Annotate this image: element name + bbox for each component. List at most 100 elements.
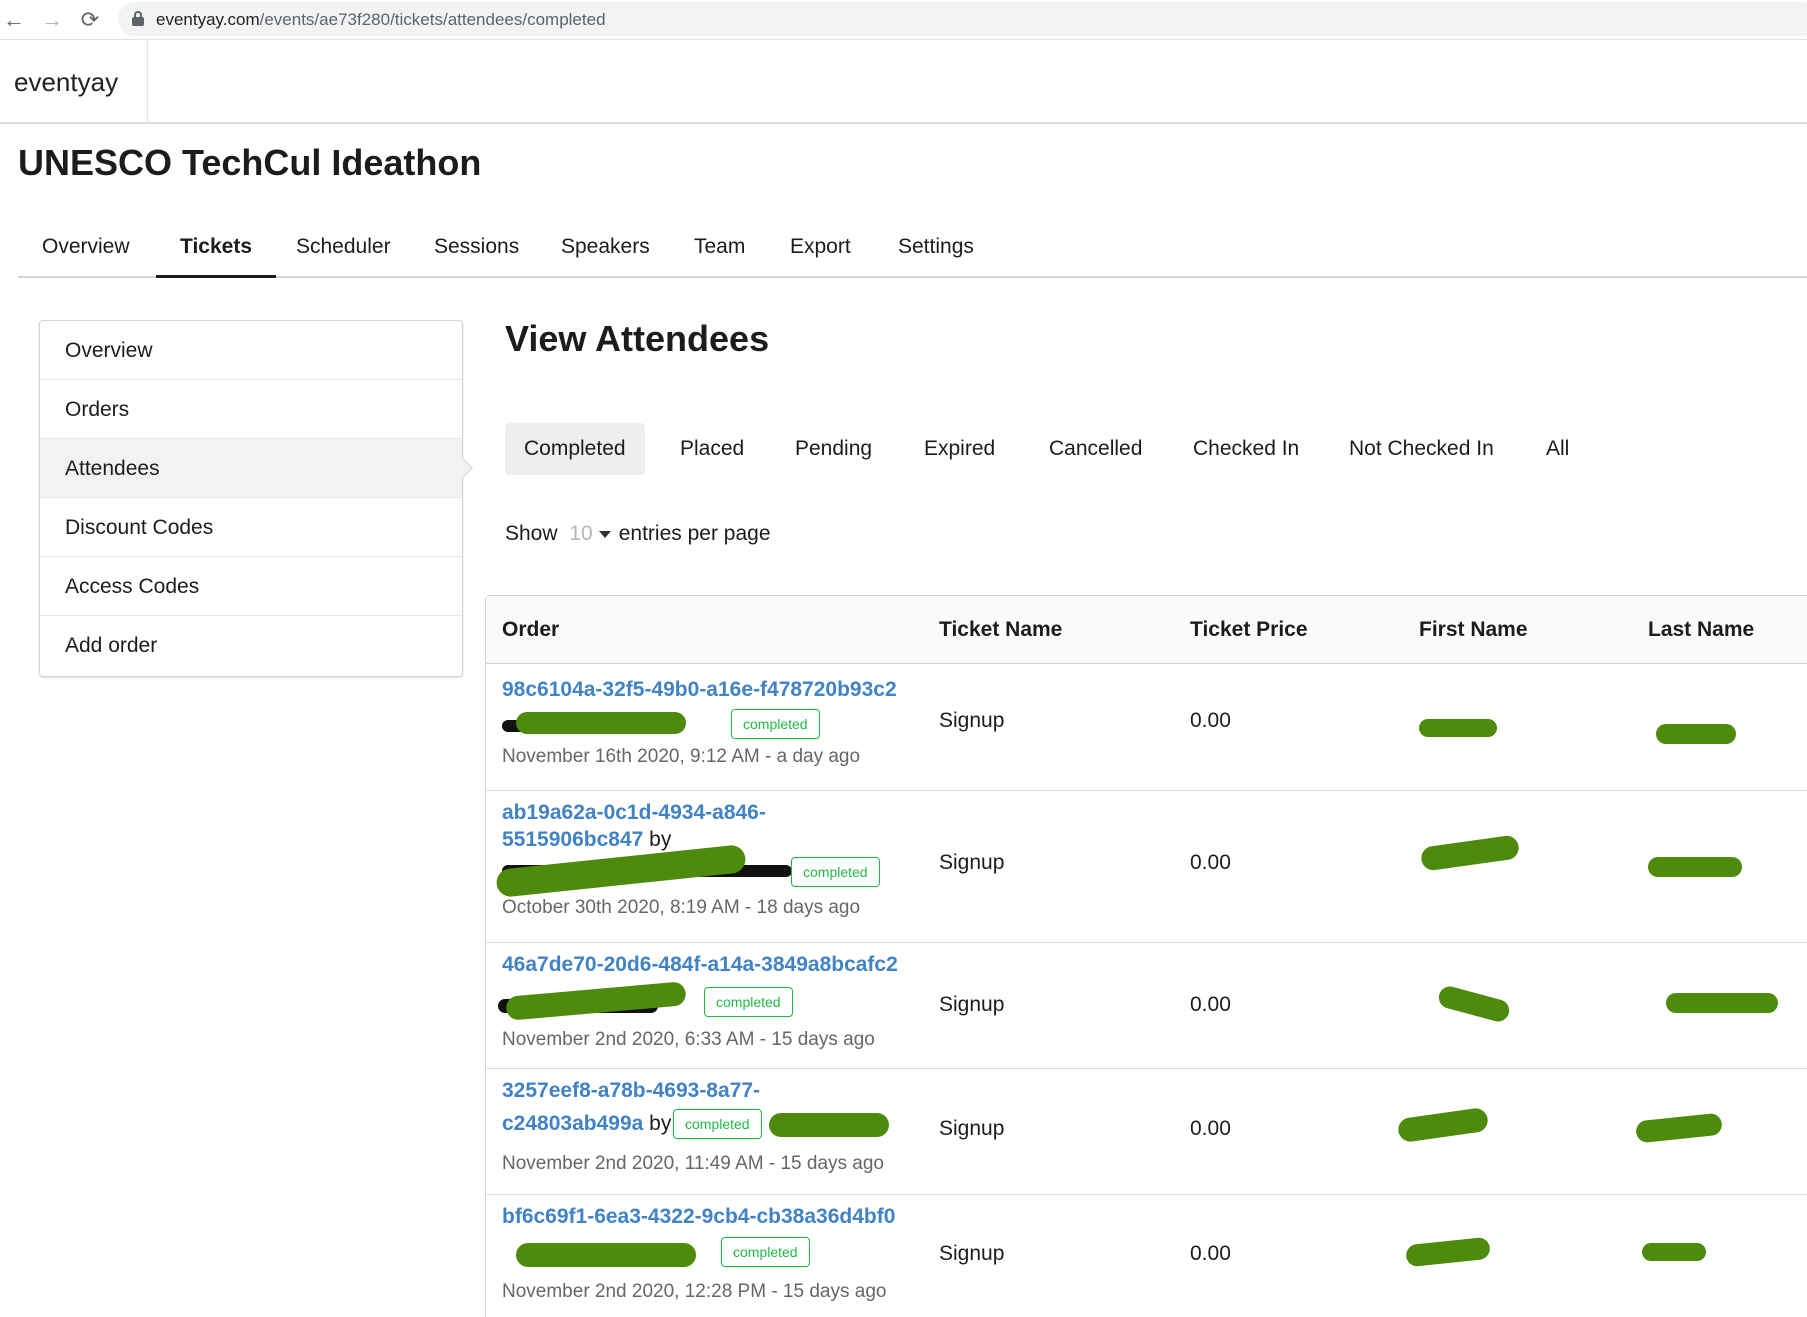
column-header-order[interactable]: Order [502, 596, 559, 664]
redacted-email [516, 1243, 696, 1267]
redacted-first-name [1419, 834, 1521, 872]
ticket-name: Signup [939, 993, 1005, 1016]
ticket-name: Signup [939, 851, 1005, 874]
table-row: 3257eef8-a78b-4693-8a77- c24803ab499a by… [486, 1069, 1807, 1195]
sidebar-item-add-order[interactable]: Add order [40, 616, 462, 675]
ticket-name: Signup [939, 1117, 1005, 1140]
tab-scheduler[interactable]: Scheduler [272, 228, 415, 278]
redacted-first-name [1405, 1236, 1491, 1268]
table-row: bf6c69f1-6ea3-4322-9cb4-cb38a36d4bf0 com… [486, 1195, 1807, 1317]
order-date: October 30th 2020, 8:19 AM - 18 days ago [502, 897, 861, 918]
ticket-name: Signup [939, 709, 1005, 732]
table-header: Order Ticket Name Ticket Price First Nam… [486, 596, 1807, 664]
column-header-first-name[interactable]: First Name [1419, 596, 1528, 664]
chevron-down-icon[interactable] [598, 530, 611, 538]
redacted-email [516, 712, 686, 734]
tab-overview[interactable]: Overview [18, 228, 154, 278]
show-label: Show [505, 522, 558, 545]
filter-all[interactable]: All [1527, 423, 1588, 475]
tab-team[interactable]: Team [670, 228, 769, 278]
table-row: 98c6104a-32f5-49b0-a16e-f478720b93c2 com… [486, 664, 1807, 791]
column-header-ticket-name[interactable]: Ticket Name [939, 596, 1062, 664]
per-page-select[interactable]: 10 [569, 522, 592, 545]
active-pointer [453, 458, 473, 478]
order-link[interactable]: 98c6104a-32f5-49b0-a16e-f478720b93c2 [502, 678, 897, 702]
tab-tickets[interactable]: Tickets [156, 228, 276, 278]
order-link-continued[interactable]: 5515906bc847 by [502, 828, 671, 852]
forward-arrow-icon[interactable]: → [38, 6, 66, 34]
event-title: UNESCO TechCul Ideathon [18, 142, 482, 183]
redacted-last-name [1656, 724, 1736, 744]
order-id-part: c24803ab499a [502, 1112, 644, 1135]
attendees-table: Order Ticket Name Ticket Price First Nam… [485, 595, 1807, 1317]
column-header-last-name[interactable]: Last Name [1648, 596, 1754, 664]
redacted-email [505, 981, 687, 1021]
filter-pending[interactable]: Pending [776, 423, 891, 475]
tab-export[interactable]: Export [766, 228, 875, 278]
ticket-price: 0.00 [1190, 1242, 1231, 1265]
by-label: by [649, 828, 672, 851]
redacted-first-name [1396, 1106, 1490, 1144]
order-date: November 2nd 2020, 11:49 AM - 15 days ag… [502, 1153, 885, 1174]
redacted-email [495, 844, 747, 898]
redacted-last-name [1635, 1112, 1723, 1144]
status-badge: completed [791, 857, 880, 887]
order-date: November 16th 2020, 9:12 AM - a day ago [502, 746, 861, 767]
redacted-email [769, 1113, 889, 1137]
tab-speakers[interactable]: Speakers [537, 228, 674, 278]
sidebar-item-overview[interactable]: Overview [40, 321, 462, 380]
sidebar-item-access-codes[interactable]: Access Codes [40, 557, 462, 616]
tab-settings[interactable]: Settings [874, 228, 998, 278]
browser-toolbar: ← → ⟳ eventyay.com/events/ae73f280/ticke… [0, 0, 1807, 40]
status-badge: completed [673, 1109, 762, 1139]
order-link[interactable]: bf6c69f1-6ea3-4322-9cb4-cb38a36d4bf0 [502, 1205, 895, 1229]
page-title: View Attendees [505, 318, 770, 359]
ticket-price: 0.00 [1190, 993, 1231, 1016]
filter-checked-in[interactable]: Checked In [1174, 423, 1318, 475]
ticket-price: 0.00 [1190, 1117, 1231, 1140]
filter-placed[interactable]: Placed [661, 423, 763, 475]
address-bar[interactable]: eventyay.com/events/ae73f280/tickets/att… [118, 2, 1807, 36]
order-link[interactable]: 3257eef8-a78b-4693-8a77- [502, 1079, 760, 1103]
reload-icon[interactable]: ⟳ [76, 6, 104, 34]
ticket-price: 0.00 [1190, 709, 1231, 732]
back-arrow-icon[interactable]: ← [0, 6, 28, 34]
app-header: eventyay [0, 40, 1807, 124]
tickets-sidebar-menu: Overview Orders Attendees Discount Codes… [39, 320, 473, 677]
ticket-price: 0.00 [1190, 851, 1231, 874]
redacted-first-name [1419, 719, 1497, 737]
status-badge: completed [704, 987, 793, 1017]
event-tabs: Overview Tickets Scheduler Sessions Spea… [18, 228, 1807, 278]
order-date: November 2nd 2020, 12:28 PM - 15 days ag… [502, 1281, 887, 1302]
redacted-last-name [1666, 993, 1778, 1013]
filter-cancelled[interactable]: Cancelled [1030, 423, 1161, 475]
status-badge: completed [731, 709, 820, 739]
order-id-part: 5515906bc847 [502, 828, 644, 851]
redacted-first-name [1436, 984, 1512, 1024]
order-link[interactable]: 46a7de70-20d6-484f-a14a-3849a8bcafc2 [502, 953, 898, 977]
status-badge: completed [721, 1237, 810, 1267]
order-link-continued[interactable]: c24803ab499a by [502, 1112, 671, 1136]
redacted-last-name [1642, 1243, 1706, 1261]
order-link[interactable]: ab19a62a-0c1d-4934-a846- [502, 801, 766, 825]
table-row: ab19a62a-0c1d-4934-a846- 5515906bc847 by… [486, 791, 1807, 943]
sidebar-item-orders[interactable]: Orders [40, 380, 462, 439]
order-date: November 2nd 2020, 6:33 AM - 15 days ago [502, 1029, 875, 1050]
entries-per-page-control: Show 10 entries per page [505, 522, 771, 546]
filter-completed[interactable]: Completed [505, 423, 645, 475]
column-header-ticket-price[interactable]: Ticket Price [1190, 596, 1308, 664]
filter-not-checked-in[interactable]: Not Checked In [1330, 423, 1513, 475]
sidebar-item-label: Attendees [65, 457, 160, 480]
redacted-last-name [1648, 857, 1742, 877]
tab-sessions[interactable]: Sessions [410, 228, 543, 278]
sidebar-item-discount-codes[interactable]: Discount Codes [40, 498, 462, 557]
filter-expired[interactable]: Expired [905, 423, 1014, 475]
lock-icon [132, 11, 144, 26]
per-page-suffix: entries per page [618, 522, 771, 545]
app-logo[interactable]: eventyay [0, 40, 148, 124]
url-path: /events/ae73f280/tickets/attendees/compl… [259, 10, 606, 29]
url-host: eventyay.com [156, 10, 260, 29]
by-label: by [649, 1112, 672, 1135]
sidebar-item-attendees[interactable]: Attendees [40, 439, 473, 498]
url-text[interactable]: eventyay.com/events/ae73f280/tickets/att… [156, 10, 606, 30]
